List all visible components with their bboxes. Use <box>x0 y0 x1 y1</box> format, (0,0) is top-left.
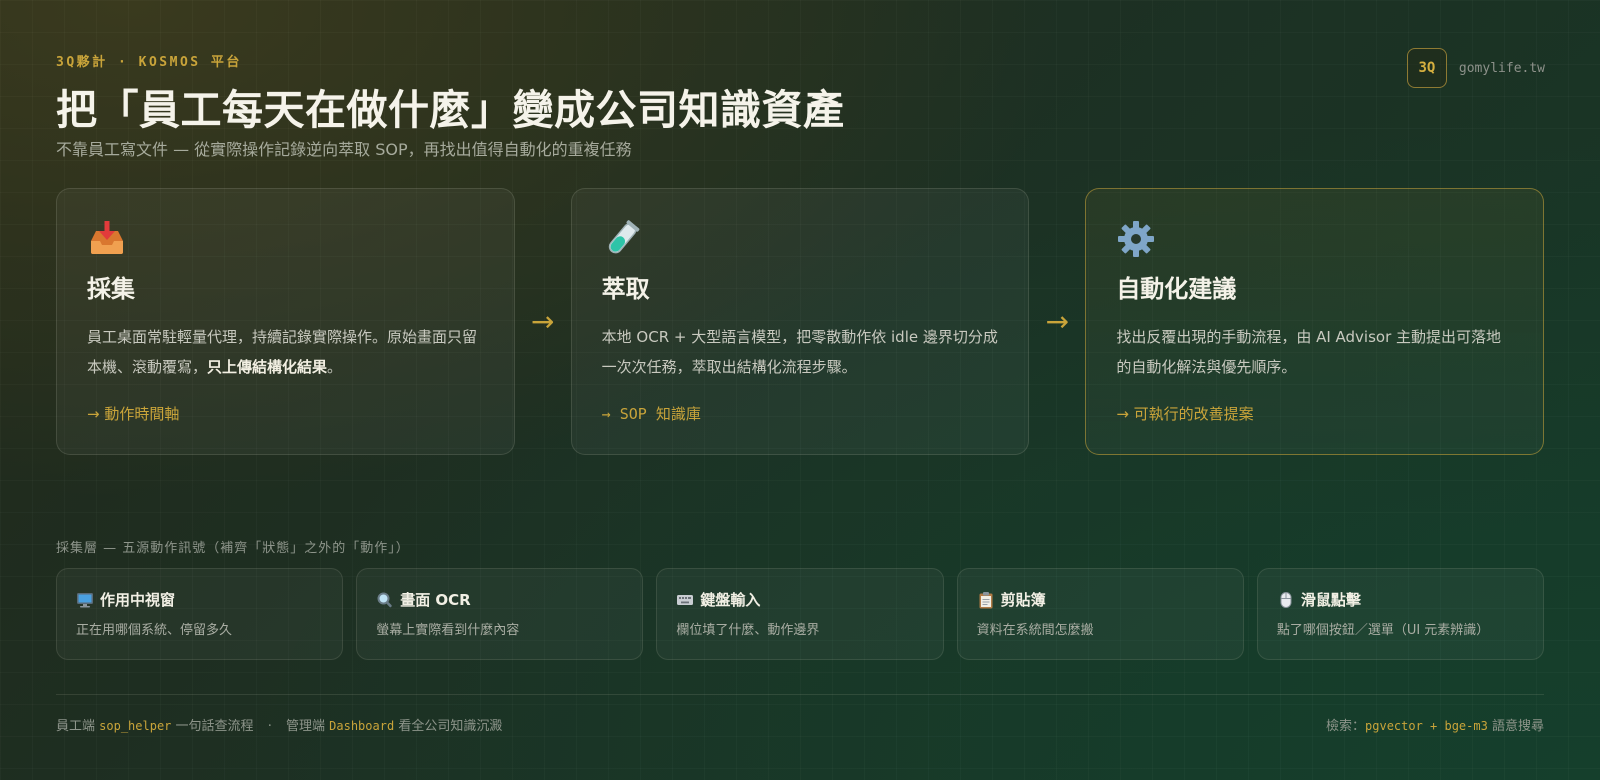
card-collect: 採集 員工桌面常駐輕量代理，持續記錄實際操作。原始畫面只留本機、滾動覆寫，只上傳… <box>56 188 515 455</box>
footer-employee-label: 員工端 <box>56 719 96 734</box>
card-description: 本地 OCR + 大型語言模型，把零散動作依 idle 邊界切分成一次次任務，萃… <box>601 328 998 376</box>
source-title: 剪貼簿 <box>1000 591 1046 609</box>
footer-search-desc: 語意搜尋 <box>1491 719 1544 734</box>
card-description: 找出反覆出現的手動流程，由 AI Advisor 主動提出可落地的自動化解法與優… <box>1116 328 1502 376</box>
footer-separator: · <box>267 719 272 734</box>
eyebrow-label: 3Q夥計 · KOSMOS 平台 <box>56 55 242 70</box>
arrow-icon: → <box>530 305 555 338</box>
source-description: 點了哪個按鈕／選單（UI 元素辨識） <box>1276 623 1490 638</box>
card-output: → SOP 知識庫 <box>601 405 701 423</box>
card-title: 自動化建議 <box>1116 275 1237 303</box>
brand: 3Q gomylife.tw <box>1406 48 1545 88</box>
card-description: 員工桌面常駐輕量代理，持續記錄實際操作。原始畫面只留本機、滾動覆寫，只上傳結構化… <box>87 322 484 382</box>
card-title: 採集 <box>87 275 135 303</box>
brand-logo: 3Q <box>1406 48 1447 88</box>
footer-divider <box>56 694 1544 695</box>
source-clipboard: 剪貼簿 資料在系統間怎麼搬 <box>956 568 1244 660</box>
footer-employee-desc: 一句話查流程 <box>175 719 254 734</box>
footer-right: 檢索：pgvector + bge-m3 語意搜尋 <box>1326 715 1544 734</box>
card-desc-bold: 只上傳結構化結果 <box>207 358 328 376</box>
source-mouse: 滑鼠點擊 點了哪個按鈕／選單（UI 元素辨識） <box>1256 568 1545 660</box>
card-desc-end: 。 <box>327 358 343 376</box>
footer-admin-tool: Dashboard <box>329 719 395 733</box>
footer-search-label: 檢索： <box>1326 719 1366 734</box>
pipeline-cards: 採集 員工桌面常駐輕量代理，持續記錄實際操作。原始畫面只留本機、滾動覆寫，只上傳… <box>56 188 1545 455</box>
arrow-icon: → <box>1045 305 1070 338</box>
source-title: 鍵盤輸入 <box>700 591 761 609</box>
source-keyboard: 鍵盤輸入 欄位填了什麼、動作邊界 <box>656 568 944 660</box>
inbox-tray-icon <box>87 219 484 261</box>
brand-domain: gomylife.tw <box>1458 60 1545 76</box>
page-subtitle: 不靠員工寫文件 — 從實際操作記錄逆向萃取 SOP，再找出值得自動化的重複任務 <box>56 140 632 159</box>
test-tube-icon <box>602 219 999 261</box>
source-description: 欄位填了什麼、動作邊界 <box>676 623 820 638</box>
page-title: 把「員工每天在做什麼」變成公司知識資產 <box>56 86 845 134</box>
source-active-window: 作用中視窗 正在用哪個系統、停留多久 <box>56 568 344 660</box>
source-screen-ocr: 畫面 OCR 螢幕上實際看到什麼內容 <box>356 568 644 660</box>
footer-admin-desc: 看全公司知識沉澱 <box>398 719 503 734</box>
source-description: 正在用哪個系統、停留多久 <box>76 623 233 638</box>
source-description: 螢幕上實際看到什麼內容 <box>376 623 520 638</box>
card-title: 萃取 <box>601 275 650 303</box>
source-title: 畫面 OCR <box>400 591 471 609</box>
footer-admin-label: 管理端 <box>285 719 325 734</box>
sources-section-label: 採集層 — 五源動作訊號（補齊「狀態」之外的「動作」） <box>56 541 410 556</box>
card-automation: 自動化建議 找出反覆出現的手動流程，由 AI Advisor 主動提出可落地的自… <box>1085 188 1545 455</box>
sources-list: 作用中視窗 正在用哪個系統、停留多久 畫面 OCR 螢幕上實際看到什麼內容 鍵盤… <box>56 568 1545 660</box>
footer-search-stack: pgvector + bge-m3 <box>1365 719 1488 733</box>
mouse-icon <box>1277 591 1295 609</box>
magnifier-icon <box>376 591 394 609</box>
card-output: → 可執行的改善提案 <box>1116 405 1254 423</box>
source-title: 作用中視窗 <box>100 591 176 609</box>
clipboard-icon <box>977 591 995 609</box>
card-extract: 萃取 本地 OCR + 大型語言模型，把零散動作依 idle 邊界切分成一次次任… <box>570 188 1030 455</box>
card-output: → 動作時間軸 <box>87 405 180 423</box>
keyboard-icon <box>676 591 694 609</box>
footer-left: 員工端 sop_helper 一句話查流程 · 管理端 Dashboard 看全… <box>56 715 502 734</box>
footer-employee-tool: sop_helper <box>99 719 172 733</box>
source-description: 資料在系統間怎麼搬 <box>976 623 1094 638</box>
gear-icon <box>1116 219 1513 261</box>
source-title: 滑鼠點擊 <box>1300 591 1361 609</box>
desktop-computer-icon <box>76 591 94 609</box>
